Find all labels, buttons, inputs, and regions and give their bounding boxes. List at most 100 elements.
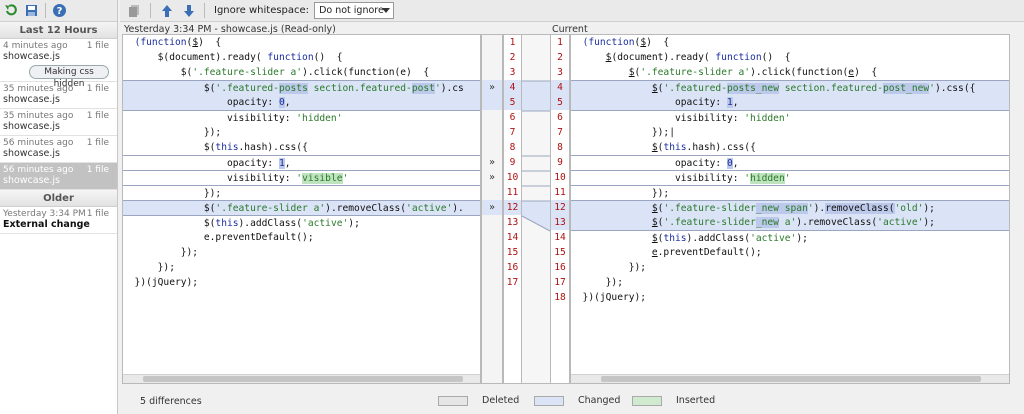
line-number: 2	[557, 52, 563, 63]
entry-count: 1 file	[86, 209, 109, 219]
code-line: $(this.hash).css({	[651, 142, 756, 153]
line-number: 2	[509, 52, 516, 63]
code-line: });|	[571, 127, 675, 138]
merge-arrow-icon[interactable]: »	[482, 155, 502, 170]
code-line: });	[571, 185, 1009, 200]
svg-text:?: ?	[57, 6, 63, 17]
legend-deleted: Deleted	[438, 395, 519, 406]
code-line: visibility: 'visible'	[123, 170, 480, 185]
history-group-older[interactable]: Older	[0, 190, 117, 207]
code-line: })(jQuery);	[123, 277, 199, 288]
code-line: visibility: 'hidden'	[571, 170, 1009, 185]
previous-difference-icon[interactable]	[158, 2, 175, 19]
code-line: });	[123, 185, 480, 200]
code-line-changed: opacity: 1,	[571, 95, 1009, 110]
next-difference-icon[interactable]	[180, 2, 197, 19]
line-number: 5	[504, 95, 521, 110]
code-line-changed: opacity: 0,	[123, 95, 480, 110]
copy-icon[interactable]	[126, 2, 143, 19]
history-entry[interactable]: 4 minutes ago 1 file showcase.js Making …	[0, 39, 117, 89]
left-code-pane[interactable]: (function($) { $(document).ready( functi…	[122, 34, 481, 384]
line-number: 12	[551, 200, 569, 215]
history-entry-external[interactable]: Yesterday 3:34 PM 1 file External change	[0, 207, 117, 234]
line-number: 10	[506, 172, 519, 183]
deleted-swatch	[438, 395, 468, 406]
code-line: e.preventDefault();	[123, 232, 314, 243]
entry-file: showcase.js	[3, 121, 60, 132]
entry-count: 1 file	[86, 84, 109, 94]
code-line: opacity: 1,	[123, 155, 480, 170]
legend-inserted: Inserted	[632, 395, 715, 406]
right-code-pane[interactable]: (function($) { $(document).ready( functi…	[570, 34, 1010, 384]
code-line-changed: $('.featured-posts section.featured-post…	[123, 80, 480, 95]
line-number: 15	[554, 247, 566, 258]
code-line: });	[123, 127, 222, 138]
toolbar-separator	[204, 3, 205, 18]
toolbar-separator	[150, 3, 151, 18]
code-line: $(document).ready( function() {	[123, 52, 343, 63]
diff-window: ? Last 12 Hours 4 minutes ago 1 file sho…	[0, 0, 1024, 414]
revert-icon[interactable]	[3, 2, 20, 19]
merge-arrows-gutter: » » » »	[481, 34, 503, 384]
code-line: $('.feature-slider a').click(function(e)…	[123, 67, 430, 78]
history-entry[interactable]: 35 minutes ago 1 file showcase.js	[0, 109, 117, 136]
help-icon[interactable]: ?	[51, 2, 68, 19]
ignore-whitespace-select[interactable]: Do not ignore	[314, 2, 395, 19]
left-horizontal-scrollbar[interactable]	[123, 374, 480, 383]
legend-changed: Changed	[534, 395, 620, 406]
merge-arrow-icon[interactable]: »	[482, 170, 502, 185]
diff-toolbar: Ignore whitespace: Do not ignore	[120, 0, 1024, 22]
line-number: 6	[557, 112, 563, 123]
history-entry-selected[interactable]: 56 minutes ago 1 file showcase.js	[0, 163, 117, 190]
code-line: e.preventDefault();	[651, 247, 762, 258]
entry-file: showcase.js	[3, 175, 60, 186]
line-number: 8	[509, 142, 516, 153]
scrollbar-thumb[interactable]	[143, 376, 463, 382]
right-line-numbers: 1 2 3 4 5 6 7 8 9 10 11 12 13 14 15 16 1…	[550, 34, 570, 384]
line-number: 7	[509, 127, 516, 138]
history-group-recent[interactable]: Last 12 Hours	[0, 22, 117, 39]
entry-label: Making css hidden	[29, 65, 109, 89]
right-code: (function($) { $(document).ready( functi…	[571, 35, 1009, 305]
line-number: 16	[554, 262, 566, 273]
merge-arrow-icon[interactable]: »	[482, 200, 502, 215]
entry-file: External change	[3, 219, 90, 230]
line-number: 6	[509, 112, 516, 123]
code-line: $(this.hash).css({	[123, 142, 308, 153]
history-entry[interactable]: 56 minutes ago 1 file showcase.js	[0, 136, 117, 163]
changed-swatch	[534, 395, 564, 406]
entry-count: 1 file	[86, 165, 109, 175]
line-number: 11	[554, 187, 566, 198]
line-number: 18	[554, 292, 566, 303]
history-entry[interactable]: 35 minutes ago 1 file showcase.js	[0, 82, 117, 109]
merge-arrow-icon[interactable]: »	[482, 80, 502, 95]
status-bar: 5 differences Deleted Changed Inserted	[120, 388, 1024, 414]
line-number: 9	[557, 157, 563, 168]
line-number: 3	[509, 67, 516, 78]
diff-connector	[521, 34, 551, 384]
code-line: (function($) {	[582, 37, 670, 48]
entry-count: 1 file	[86, 41, 109, 51]
line-number: 9	[509, 157, 516, 168]
entry-file: showcase.js	[3, 148, 60, 159]
legend-deleted-label: Deleted	[482, 395, 520, 406]
history-panel: ? Last 12 Hours 4 minutes ago 1 file sho…	[0, 0, 118, 414]
scrollbar-thumb[interactable]	[601, 376, 981, 382]
line-number: 17	[506, 277, 519, 288]
ignore-whitespace-label: Ignore whitespace:	[214, 5, 310, 16]
save-icon[interactable]	[23, 2, 40, 19]
line-number: 14	[506, 232, 519, 243]
line-number: 4	[504, 80, 521, 95]
entry-file: showcase.js	[3, 51, 60, 62]
code-line: });	[571, 262, 647, 273]
left-code: (function($) { $(document).ready( functi…	[123, 35, 480, 290]
line-number: 13	[506, 217, 519, 228]
code-line: visibility: 'hidden'	[123, 110, 480, 125]
right-horizontal-scrollbar[interactable]	[571, 374, 1009, 383]
entry-file: showcase.js	[3, 94, 60, 105]
line-number: 11	[506, 187, 519, 198]
code-line: opacity: 0,	[571, 155, 1009, 170]
inserted-swatch	[632, 395, 662, 406]
line-number: 3	[557, 67, 563, 78]
line-number: 8	[557, 142, 563, 153]
